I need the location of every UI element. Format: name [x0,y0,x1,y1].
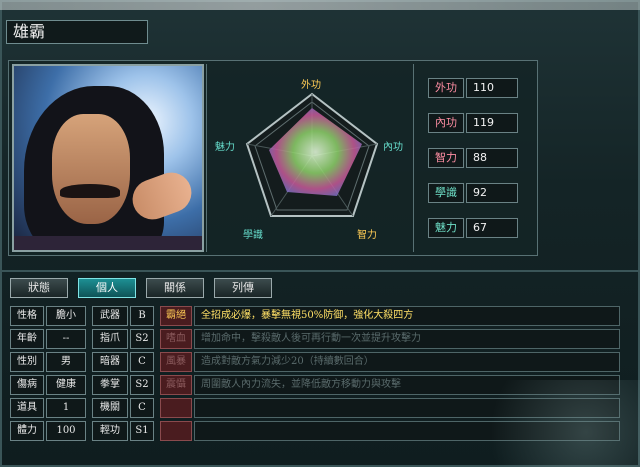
skill-tag: 霸絕 [160,306,192,326]
character-name: 雄霸 [6,20,148,44]
tab-status[interactable]: 狀態 [10,278,68,298]
weapon-skill-grade: S2 [130,329,154,349]
attribute-label: 性格 [10,306,44,326]
weapon-skill-grade: S1 [130,421,154,441]
radar-label-bottom-left: 學識 [243,230,263,241]
attribute-value: 健康 [46,375,86,395]
attribute-row: 傷病 健康 拳掌 S2 [10,375,158,395]
tab-personal[interactable]: 個人 [78,278,136,298]
radar-label-top: 外功 [301,80,321,91]
attribute-row: 體力 100 輕功 S1 [10,421,158,441]
attribute-label: 年齡 [10,329,44,349]
character-portrait [12,64,204,252]
weapon-skill-grade: B [130,306,154,326]
section-divider [0,270,640,272]
skill-description: 全招成必爆，暴擊無視50%防御，強化大殺四方 [194,306,620,326]
attribute-label: 性別 [10,352,44,372]
stat-value: 119 [466,113,518,133]
weapon-skill-label: 武器 [92,306,128,326]
stats-panel: 外功 110 內功 119 智力 88 學識 92 魅力 67 [424,78,534,253]
stat-label: 智力 [428,148,464,168]
skill-tag: 震懾 [160,375,192,395]
attribute-row: 性別 男 暗器 C [10,352,158,372]
portrait-mustache [60,184,120,198]
radar-label-right: 內功 [383,142,403,153]
attribute-radar-chart: 外功 內功 智力 學識 魅力 [206,64,414,252]
attribute-row: 道具 1 機關 C [10,398,158,418]
tab-biography[interactable]: 列傳 [214,278,272,298]
tab-bar: 狀態 個人 關係 列傳 [10,278,630,300]
stat-label: 內功 [428,113,464,133]
attribute-row: 性格 膽小 武器 B [10,306,158,326]
stat-value: 110 [466,78,518,98]
radar-label-left: 魅力 [215,142,235,153]
skill-tag [160,398,192,418]
attribute-value: 100 [46,421,86,441]
stat-row: 智力 88 [424,148,534,168]
attribute-value: 1 [46,398,86,418]
top-decoration [0,0,640,10]
stat-label: 外功 [428,78,464,98]
background-ornament [460,380,640,467]
attributes-grid: 性格 膽小 武器 B 年齡 -- 指爪 S2 性別 男 暗器 C 傷病 健康 拳… [10,306,158,444]
weapon-skill-grade: C [130,352,154,372]
stat-value: 92 [466,183,518,203]
stat-row: 魅力 67 [424,218,534,238]
portrait-robe [14,236,202,250]
attribute-label: 道具 [10,398,44,418]
attribute-label: 體力 [10,421,44,441]
weapon-skill-grade: S2 [130,375,154,395]
weapon-skill-label: 輕功 [92,421,128,441]
attribute-value: 男 [46,352,86,372]
skill-tag: 嗜血 [160,329,192,349]
stat-value: 67 [466,218,518,238]
skill-description: 增加命中，擊殺敵人後可再行動一次並提升攻擊力 [194,329,620,349]
weapon-skill-label: 指爪 [92,329,128,349]
stat-row: 外功 110 [424,78,534,98]
radar-svg [245,92,379,217]
stat-row: 學識 92 [424,183,534,203]
skill-row[interactable]: 霸絕 全招成必爆，暴擊無視50%防御，強化大殺四方 [160,306,620,326]
weapon-skill-label: 拳掌 [92,375,128,395]
weapon-skill-label: 暗器 [92,352,128,372]
weapon-skill-grade: C [130,398,154,418]
attribute-value: 膽小 [46,306,86,326]
weapon-skill-label: 機關 [92,398,128,418]
portrait-face [52,114,130,224]
stat-value: 88 [466,148,518,168]
stat-label: 魅力 [428,218,464,238]
radar-label-bottom-right: 智力 [357,230,377,241]
attribute-row: 年齡 -- 指爪 S2 [10,329,158,349]
skill-tag [160,421,192,441]
attribute-label: 傷病 [10,375,44,395]
stat-label: 學識 [428,183,464,203]
stat-row: 內功 119 [424,113,534,133]
attribute-value: -- [46,329,86,349]
tab-relations[interactable]: 關係 [146,278,204,298]
skill-row[interactable]: 風暴 造成對敵方氣力減少20（持續數回合） [160,352,620,372]
skill-row[interactable]: 嗜血 增加命中，擊殺敵人後可再行動一次並提升攻擊力 [160,329,620,349]
skill-description: 造成對敵方氣力減少20（持續數回合） [194,352,620,372]
skill-tag: 風暴 [160,352,192,372]
